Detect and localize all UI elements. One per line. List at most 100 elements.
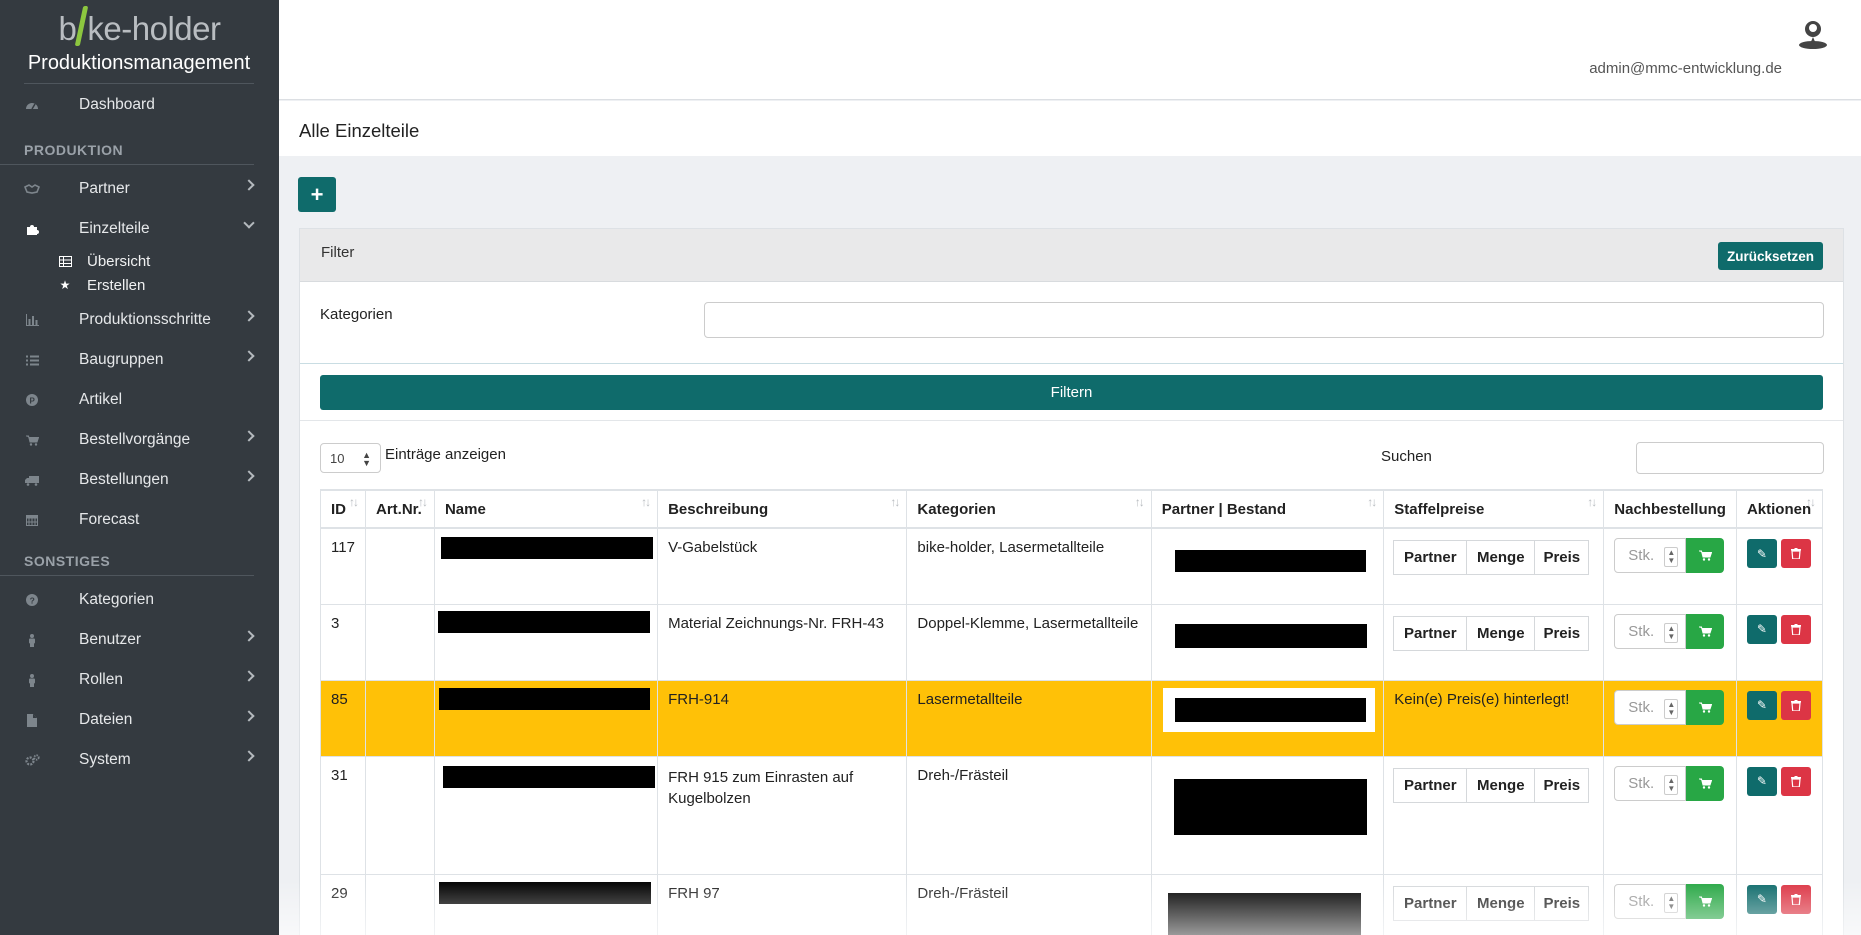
stepper-icon[interactable]: ▲ ▼ — [1664, 547, 1679, 567]
chevron-right-icon — [243, 670, 255, 682]
sidebar-item-forecast[interactable]: Forecast — [0, 500, 279, 540]
sidebar-subitem-erstellen[interactable]: ★ Erstellen — [0, 273, 279, 297]
table-row[interactable]: 3 Material Zeichnungs-Nr. FRH-43 Doppel-… — [320, 603, 1824, 681]
cell-name — [433, 755, 659, 875]
sidebar-item-label: Partner — [79, 180, 130, 197]
cart-icon[interactable] — [1686, 538, 1725, 573]
cart-icon[interactable] — [1686, 613, 1725, 649]
cell-kategorien: Dreh-/Frästeil — [906, 755, 1152, 875]
table-row[interactable]: 117 V-Gabelstück bike-holder, Lasermetal… — [320, 527, 1824, 605]
sort-icon: ↑↓ — [1806, 495, 1816, 509]
sidebar-item-kategorien[interactable]: ? Kategorien — [0, 580, 279, 620]
stepper-icon[interactable]: ▲ ▼ — [1664, 774, 1679, 795]
reorder-quantity-input[interactable]: Stk. ▲ ▼ — [1614, 883, 1687, 919]
pencil-icon[interactable]: ✎ — [1746, 690, 1777, 720]
sort-icon: ↑↓ — [641, 495, 651, 509]
sidebar-item-label: Dashboard — [79, 96, 155, 113]
column-header-aktionen[interactable]: Aktionen ↑↓ — [1735, 489, 1824, 529]
column-header-kategorien[interactable]: Kategorien ↑↓ — [906, 489, 1152, 529]
user-avatar-icon[interactable] — [1797, 18, 1829, 50]
reorder-quantity-input[interactable]: Stk. ▲ ▼ — [1614, 538, 1687, 573]
staffel-menge-label: Menge — [1466, 767, 1536, 803]
sidebar-item-einzelteile[interactable]: Einzelteile — [0, 209, 279, 249]
redacted-block — [1174, 550, 1366, 572]
pencil-icon[interactable]: ✎ — [1746, 614, 1777, 644]
reorder-quantity-input[interactable]: Stk. ▲ ▼ — [1614, 689, 1687, 725]
page-length-select[interactable]: 10 ▲ ▼ — [320, 443, 381, 473]
sidebar-item-rollen[interactable]: Rollen — [0, 660, 279, 700]
column-label: Partner | Bestand — [1161, 500, 1286, 518]
sidebar: b ke-holder Produktionsmanagement Dashboa… — [0, 0, 279, 935]
filter-submit-button[interactable]: Filtern — [320, 375, 1823, 410]
cell-partner-bestand — [1150, 603, 1385, 681]
chevron-right-icon — [243, 630, 255, 642]
cell-artnr — [364, 755, 435, 875]
sidebar-item-benutzer[interactable]: Benutzer — [0, 620, 279, 660]
trash-icon[interactable] — [1780, 884, 1811, 914]
filter-title: Filter — [321, 244, 355, 261]
column-header-nachbestellung[interactable]: Nachbestellung — [1603, 489, 1737, 529]
sidebar-item-bestellungen[interactable]: Bestellungen — [0, 460, 279, 500]
column-label: ID — [331, 500, 346, 518]
sidebar-item-label: System — [79, 751, 131, 768]
cart-icon[interactable] — [1686, 689, 1725, 725]
column-header-staffelpreise[interactable]: Staffelpreise ↑↓ — [1383, 489, 1605, 529]
reorder-quantity-input[interactable]: Stk. ▲ ▼ — [1614, 765, 1687, 801]
pencil-icon[interactable]: ✎ — [1746, 539, 1777, 568]
table-row[interactable]: 85 FRH-914 Lasermetallteile Kein(e) Prei… — [320, 679, 1824, 757]
table-row[interactable]: 29 FRH 97 Dreh-/Frästeil Partner Menge P… — [320, 873, 1824, 935]
categories-select[interactable] — [704, 302, 1824, 338]
trash-icon[interactable] — [1780, 614, 1811, 644]
pencil-icon[interactable]: ✎ — [1746, 766, 1777, 796]
cell-aktionen: ✎ — [1735, 755, 1824, 875]
sidebar-item-partner[interactable]: Partner — [0, 169, 279, 209]
trash-icon[interactable] — [1780, 766, 1811, 796]
row-actions: ✎ — [1746, 884, 1812, 914]
staffel-partner-label: Partner — [1393, 540, 1468, 575]
table-row[interactable]: 31 FRH 915 zum Einrasten auf Kugelbolzen… — [320, 755, 1824, 875]
cart-icon[interactable] — [1686, 765, 1725, 801]
column-header-partner-bestand[interactable]: Partner | Bestand ↑↓ — [1150, 489, 1385, 529]
column-header-beschreibung[interactable]: Beschreibung ↑↓ — [657, 489, 908, 529]
trash-icon[interactable] — [1780, 539, 1811, 568]
add-einzelteil-button[interactable]: + — [298, 177, 336, 212]
cell-kategorien: Doppel-Klemme, Lasermetallteile — [906, 603, 1152, 681]
trash-icon[interactable] — [1780, 690, 1811, 720]
staffel-menge-label: Menge — [1466, 615, 1536, 651]
staffel-preis-label: Preis — [1534, 615, 1590, 651]
logo[interactable]: b ke-holder — [0, 0, 279, 52]
sidebar-item-dateien[interactable]: Dateien — [0, 700, 279, 740]
sidebar-item-artikel[interactable]: P Artikel — [0, 380, 279, 420]
column-header-id[interactable]: ID ↑↓ — [320, 489, 366, 529]
reorder-group: Stk. ▲ ▼ — [1614, 883, 1726, 919]
sidebar-item-bestellvorgaenge[interactable]: Bestellvorgänge — [0, 420, 279, 460]
sidebar-subitem-uebersicht[interactable]: Übersicht — [0, 249, 279, 273]
redacted-block — [1174, 697, 1366, 722]
column-header-artnr[interactable]: Art.Nr. ↑↓ — [364, 489, 435, 529]
brand-title: Produktionsmanagement — [24, 52, 254, 84]
sidebar-item-baugruppen[interactable]: Baugruppen — [0, 340, 279, 380]
reset-filter-button[interactable]: Zurücksetzen — [1717, 242, 1823, 270]
star-icon: ★ — [59, 278, 71, 292]
cell-staffelpreise: Partner Menge Preis — [1383, 873, 1605, 935]
quantity-placeholder: Stk. — [1628, 698, 1655, 716]
staffel-partner-label: Partner — [1393, 615, 1468, 651]
stepper-icon[interactable]: ▲ ▼ — [1664, 698, 1679, 719]
sidebar-item-label: Kategorien — [79, 591, 154, 608]
column-header-name[interactable]: Name ↑↓ — [433, 489, 659, 529]
redacted-block — [1167, 892, 1361, 935]
cell-beschreibung: FRH 915 zum Einrasten auf Kugelbolzen — [657, 755, 908, 875]
sidebar-item-system[interactable]: System — [0, 740, 279, 780]
stepper-icon[interactable]: ▲ ▼ — [1664, 892, 1679, 913]
column-label: Beschreibung — [668, 500, 769, 518]
pencil-icon[interactable]: ✎ — [1746, 884, 1777, 914]
staffel-partner-label: Partner — [1393, 767, 1468, 803]
reorder-quantity-input[interactable]: Stk. ▲ ▼ — [1614, 613, 1687, 649]
stepper-icon[interactable]: ▲ ▼ — [1664, 622, 1679, 643]
cart-icon[interactable] — [1686, 883, 1725, 919]
user-email[interactable]: admin@mmc-entwicklung.de — [1589, 60, 1782, 77]
table-search-input[interactable] — [1636, 442, 1824, 474]
sidebar-item-produktionsschritte[interactable]: Produktionsschritte — [0, 300, 279, 340]
sidebar-item-dashboard[interactable]: Dashboard — [0, 85, 279, 125]
cell-beschreibung: FRH-914 — [657, 679, 908, 757]
